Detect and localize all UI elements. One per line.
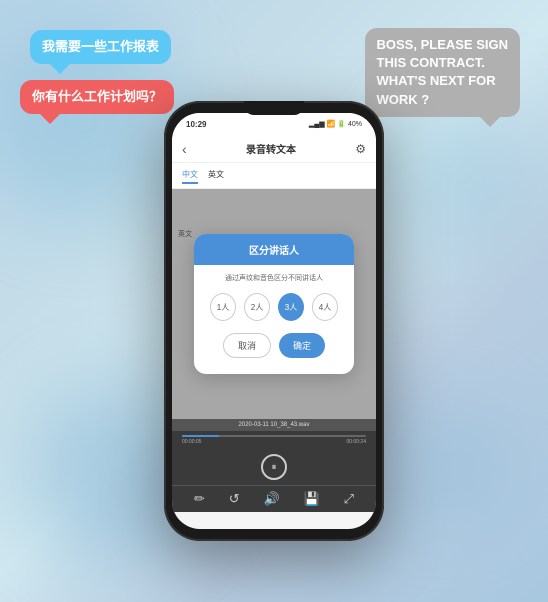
total-time: 00:00:24	[347, 439, 366, 445]
tab-chinese[interactable]: 中文	[182, 167, 198, 184]
progress-bar-fill	[182, 435, 219, 437]
current-time: 00:00:05	[182, 439, 201, 445]
bubble-right-line1: BOSS, PLEASE SIGN	[377, 37, 508, 52]
content-area: 英文 区分讲话人 通过声纹和音色区分不同讲话人 1人 2人 3人 4人 取消 确…	[172, 189, 376, 419]
dialog-title: 区分讲话人	[194, 234, 354, 265]
cancel-button[interactable]: 取消	[223, 333, 271, 358]
time-labels: 00:00:05 00:00:24	[182, 439, 366, 445]
bottom-toolbar: ✏ ↺ 🔊 💾 ⤢	[172, 485, 376, 512]
dialog-box: 区分讲话人 通过声纹和音色区分不同讲话人 1人 2人 3人 4人 取消 确定	[194, 234, 354, 374]
bubble-left-1-text: 我需要一些工作报表	[42, 39, 159, 54]
speaker-option-4[interactable]: 4人	[312, 293, 338, 321]
dialog-subtitle: 通过声纹和音色区分不同讲话人	[210, 273, 338, 283]
controls-bar: ⏸	[172, 449, 376, 485]
bg-blur-2	[388, 100, 538, 250]
phone: 10:29 ▂▄▆ 📶 🔋 40% ‹ 录音转文本 ⚙ 中文 英文 英文 区分讲…	[164, 101, 384, 541]
status-bar: 10:29 ▂▄▆ 📶 🔋 40%	[172, 113, 376, 135]
speaker-option-3[interactable]: 3人	[278, 293, 304, 321]
pause-icon: ⏸	[272, 462, 277, 473]
progress-bar-container[interactable]	[182, 435, 366, 437]
status-time: 10:29	[186, 120, 206, 129]
nav-title: 录音转文本	[246, 141, 296, 156]
volume-icon[interactable]: 🔊	[264, 491, 280, 507]
bubble-right-line3: WHAT'S NEXT FOR	[377, 73, 496, 88]
lang-tabs: 中文 英文	[172, 163, 376, 189]
expand-icon[interactable]: ⤢	[344, 491, 354, 507]
gear-icon[interactable]: ⚙	[355, 142, 366, 156]
dialog-overlay: 区分讲话人 通过声纹和音色区分不同讲话人 1人 2人 3人 4人 取消 确定	[172, 189, 376, 419]
file-bar: 2020-03-11 10_38_43.wav	[172, 419, 376, 431]
signal-icon: ▂▄▆	[309, 120, 325, 128]
top-nav: ‹ 录音转文本 ⚙	[172, 135, 376, 163]
speech-bubble-right: BOSS, PLEASE SIGN THIS CONTRACT. WHAT'S …	[365, 28, 520, 117]
speech-bubble-left-2: 你有什么工作计划吗？	[20, 80, 174, 114]
pause-button[interactable]: ⏸	[261, 454, 287, 480]
speaker-option-2[interactable]: 2人	[244, 293, 270, 321]
progress-area[interactable]: 00:00:05 00:00:24	[172, 431, 376, 449]
speaker-option-1[interactable]: 1人	[210, 293, 236, 321]
save-icon[interactable]: 💾	[304, 491, 320, 507]
confirm-button[interactable]: 确定	[279, 333, 325, 358]
phone-screen: 10:29 ▂▄▆ 📶 🔋 40% ‹ 录音转文本 ⚙ 中文 英文 英文 区分讲…	[172, 113, 376, 529]
progress-bar-bg[interactable]	[182, 435, 366, 437]
file-name: 2020-03-11 10_38_43.wav	[239, 422, 310, 428]
back-button[interactable]: ‹	[182, 141, 187, 157]
status-icons: ▂▄▆ 📶 🔋 40%	[309, 120, 362, 128]
bubble-left-2-text: 你有什么工作计划吗？	[32, 89, 162, 104]
tab-english[interactable]: 英文	[208, 167, 224, 184]
speaker-options: 1人 2人 3人 4人	[210, 293, 338, 321]
speech-bubble-left-1: 我需要一些工作报表	[30, 30, 171, 64]
phone-notch	[244, 101, 304, 115]
wifi-icon: 📶	[327, 120, 336, 128]
bubble-right-line2: THIS CONTRACT.	[377, 55, 485, 70]
refresh-icon[interactable]: ↺	[229, 491, 240, 507]
battery-label: 🔋 40%	[337, 120, 362, 128]
bubble-right-line4: WORK ?	[377, 92, 430, 107]
dialog-buttons: 取消 确定	[210, 333, 338, 358]
bg-blur-4	[388, 402, 508, 522]
edit-icon[interactable]: ✏	[194, 491, 205, 507]
